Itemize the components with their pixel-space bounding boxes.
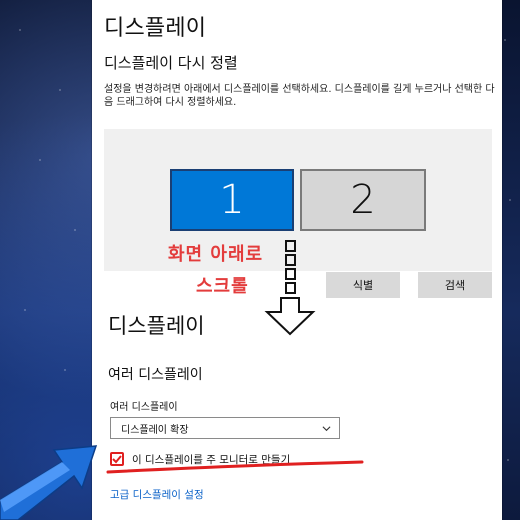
display-arrangement-area[interactable]: 1 2 xyxy=(104,129,492,271)
multiple-displays-heading: 여러 디스플레이 xyxy=(108,367,203,383)
monitor-1-label: 1 xyxy=(219,177,245,223)
identify-button[interactable]: 식별 xyxy=(326,272,400,298)
monitor-1-tile[interactable]: 1 xyxy=(170,169,294,231)
checkmark-icon xyxy=(112,455,122,464)
main-monitor-checkbox[interactable] xyxy=(110,452,124,466)
annotation-text-line1: 화면 아래로 xyxy=(168,244,264,265)
advanced-display-settings-link[interactable]: 고급 디스플레이 설정 xyxy=(110,487,204,502)
rearrange-description: 설정을 변경하려면 아래에서 디스플레이를 선택하세요. 디스플레이를 길게 누… xyxy=(104,84,495,108)
chevron-down-icon xyxy=(322,425,331,431)
multiple-displays-value: 디스플레이 확장 xyxy=(121,424,189,436)
multiple-displays-label: 여러 디스플레이 xyxy=(110,402,178,413)
display-settings-panel: 디스플레이 디스플레이 다시 정렬 설정을 변경하려면 아래에서 디스플레이를 … xyxy=(92,0,502,520)
main-monitor-checkbox-label: 이 디스플레이를 주 모니터로 만들기 xyxy=(132,453,291,466)
display-section-title: 디스플레이 xyxy=(108,314,205,338)
detect-button[interactable]: 검색 xyxy=(418,272,492,298)
rearrange-heading: 디스플레이 다시 정렬 xyxy=(104,54,238,72)
monitor-2-tile[interactable]: 2 xyxy=(300,169,426,231)
main-monitor-checkbox-row[interactable]: 이 디스플레이를 주 모니터로 만들기 xyxy=(110,449,290,469)
monitor-2-label: 2 xyxy=(350,177,376,223)
multiple-displays-dropdown[interactable]: 디스플레이 확장 xyxy=(110,417,340,439)
page-title: 디스플레이 xyxy=(104,16,207,41)
annotation-text-line2: 스크롤 xyxy=(196,276,249,297)
